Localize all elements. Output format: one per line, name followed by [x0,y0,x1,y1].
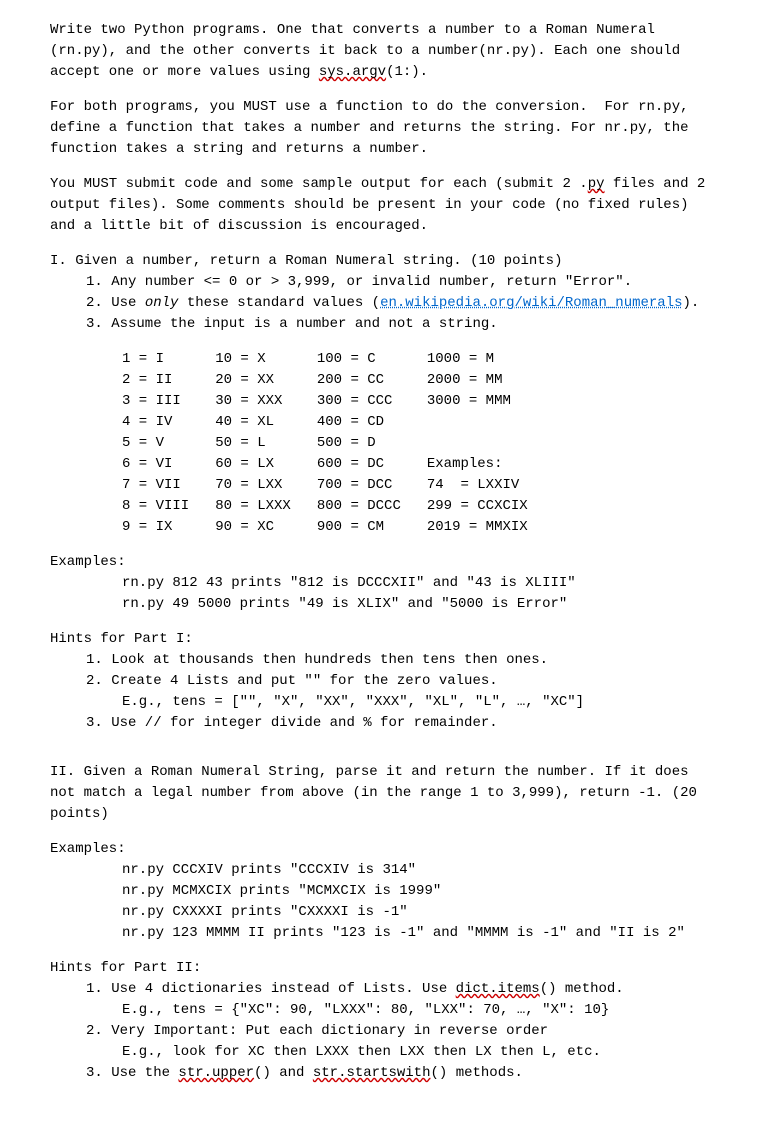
table-row: 2 = II20 = XX200 = CC2000 = MM [122,370,554,391]
strupper-text: str.upper [178,1065,254,1081]
table-cell: 20 = XX [215,370,317,391]
table-cell: 1000 = M [427,349,554,370]
table-row: 1 = I10 = X100 = C1000 = M [122,349,554,370]
table-cell: 900 = CM [317,517,427,538]
part-i-hints: Hints for Part I: 1. Look at thousands t… [50,629,720,734]
table-row: 8 = VIII80 = LXXX800 = DCCC299 = CCXCIX [122,496,554,517]
hint-line: 1. Look at thousands then hundreds then … [50,650,720,671]
hint-line: 3. Use the str.upper() and str.startswit… [50,1063,720,1084]
text: You MUST submit code and some sample out… [50,176,588,192]
table-cell: 40 = XL [215,412,317,433]
intro-paragraph-3: You MUST submit code and some sample out… [50,174,720,237]
table-cell: 9 = IX [122,517,215,538]
table-row: 6 = VI60 = LX600 = DCExamples: [122,454,554,475]
intro-paragraph-1: Write two Python programs. One that conv… [50,20,720,83]
text: 2. Use [86,295,145,311]
table-cell: 800 = DCCC [317,496,427,517]
part-i-section: I. Given a number, return a Roman Numera… [50,251,720,335]
text: () method. [540,981,624,997]
example-line: rn.py 49 5000 prints "49 is XLIX" and "5… [50,594,720,615]
table-cell: 70 = LXX [215,475,317,496]
table-cell: 74 = LXXIV [427,475,554,496]
table-cell: 3000 = MMM [427,391,554,412]
table-cell: 8 = VIII [122,496,215,517]
table-cell [427,412,554,433]
part-i-item-3: 3. Assume the input is a number and not … [50,314,720,335]
table-cell [427,433,554,454]
table-cell: 10 = X [215,349,317,370]
example-line: rn.py 812 43 prints "812 is DCCCXII" and… [50,573,720,594]
table-cell: 80 = LXXX [215,496,317,517]
dictitems-text: dict.items [456,981,540,997]
table-cell: 2 = II [122,370,215,391]
table-row: 4 = IV40 = XL400 = CD [122,412,554,433]
part-ii-examples: Examples: nr.py CCCXIV prints "CCCXIV is… [50,839,720,944]
table-row: 5 = V50 = L500 = D [122,433,554,454]
table-cell: 2019 = MMXIX [427,517,554,538]
table-cell: 300 = CCC [317,391,427,412]
table-cell: 2000 = MM [427,370,554,391]
part-ii-heading: II. Given a Roman Numeral String, parse … [50,762,720,825]
text: 1. Use 4 dictionaries instead of Lists. … [86,981,456,997]
text: these standard values ( [178,295,380,311]
table-cell: 50 = L [215,433,317,454]
hints-label: Hints for Part I: [50,629,720,650]
table-cell: 5 = V [122,433,215,454]
wikipedia-link[interactable]: en.wikipedia.org/wiki/Roman_numerals [380,295,682,311]
py-text: py [588,176,605,192]
part-i-item-2: 2. Use only these standard values (en.wi… [50,293,720,314]
example-line: nr.py MCMXCIX prints "MCMXCIX is 1999" [50,881,720,902]
table-row: 7 = VII70 = LXX700 = DCC74 = LXXIV [122,475,554,496]
example-line: nr.py CCCXIV prints "CCCXIV is 314" [50,860,720,881]
hint-line-eg: E.g., tens = ["", "X", "XX", "XXX", "XL"… [50,692,720,713]
strstartswith-text: str.startswith [313,1065,431,1081]
hint-line: 3. Use // for integer divide and % for r… [50,713,720,734]
part-i-examples: Examples: rn.py 812 43 prints "812 is DC… [50,552,720,615]
table-row: 9 = IX90 = XC900 = CM2019 = MMXIX [122,517,554,538]
table-cell: 299 = CCXCIX [427,496,554,517]
hint-line: 2. Very Important: Put each dictionary i… [50,1021,720,1042]
table-cell: 60 = LX [215,454,317,475]
hint-line-eg: E.g., tens = {"XC": 90, "LXXX": 80, "LXX… [50,1000,720,1021]
example-line: nr.py CXXXXI prints "CXXXXI is -1" [50,902,720,923]
hints-label: Hints for Part II: [50,958,720,979]
part-i-item-1: 1. Any number <= 0 or > 3,999, or invali… [50,272,720,293]
table-cell: 90 = XC [215,517,317,538]
part-i-heading: I. Given a number, return a Roman Numera… [50,251,720,272]
table-cell: Examples: [427,454,554,475]
table-cell: 1 = I [122,349,215,370]
only-text: only [145,295,179,311]
examples-label: Examples: [50,552,720,573]
table-cell: 6 = VI [122,454,215,475]
text: () methods. [430,1065,522,1081]
table-cell: 400 = CD [317,412,427,433]
hint-line: 1. Use 4 dictionaries instead of Lists. … [50,979,720,1000]
text: 3. Use the [86,1065,178,1081]
table-row: 3 = III30 = XXX300 = CCC3000 = MMM [122,391,554,412]
table-cell: 700 = DCC [317,475,427,496]
table-cell: 600 = DC [317,454,427,475]
table-cell: 7 = VII [122,475,215,496]
examples-label: Examples: [50,839,720,860]
text: () and [254,1065,313,1081]
hint-line-eg: E.g., look for XC then LXXX then LXX the… [50,1042,720,1063]
table-cell: 3 = III [122,391,215,412]
example-line: nr.py 123 MMMM II prints "123 is -1" and… [50,923,720,944]
table-cell: 30 = XXX [215,391,317,412]
assignment-document: Write two Python programs. One that conv… [0,0,770,1128]
table-cell: 200 = CC [317,370,427,391]
table-cell: 4 = IV [122,412,215,433]
intro-paragraph-2: For both programs, you MUST use a functi… [50,97,720,160]
part-ii-hints: Hints for Part II: 1. Use 4 dictionaries… [50,958,720,1084]
sysargv-text: sys.argv [319,64,386,80]
roman-numeral-table: 1 = I10 = X100 = C1000 = M2 = II20 = XX2… [122,349,554,538]
text: ). [683,295,700,311]
table-cell: 100 = C [317,349,427,370]
table-cell: 500 = D [317,433,427,454]
text: (1:). [386,64,428,80]
hint-line: 2. Create 4 Lists and put "" for the zer… [50,671,720,692]
